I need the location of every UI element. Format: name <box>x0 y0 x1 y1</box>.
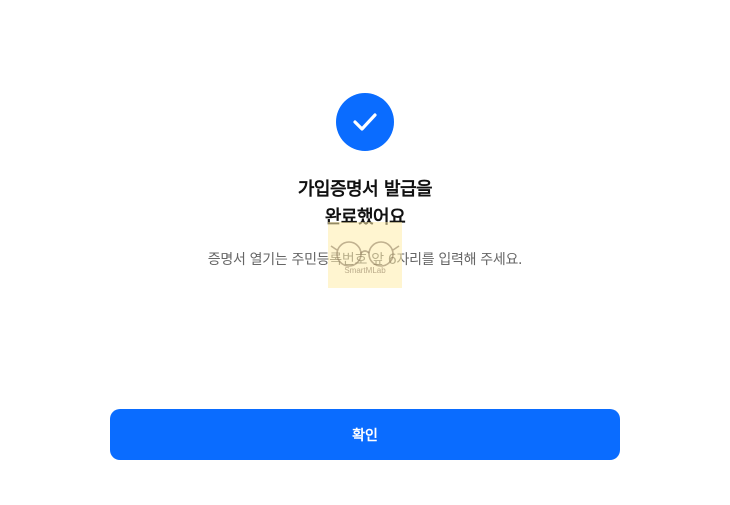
watermark-text: SmartMLab <box>344 265 386 275</box>
completion-page: 가입증명서 발급을 완료했어요 증명서 열기는 주민등록번호 앞 6자리를 입력… <box>0 0 730 505</box>
check-icon <box>353 113 377 131</box>
page-title-line-1: 가입증명서 발급을 <box>297 179 433 200</box>
glasses-logo-icon <box>330 240 400 267</box>
success-check-badge <box>336 93 394 151</box>
confirm-button[interactable]: 확인 <box>110 409 620 460</box>
watermark-logo: SmartMLab <box>328 222 402 288</box>
